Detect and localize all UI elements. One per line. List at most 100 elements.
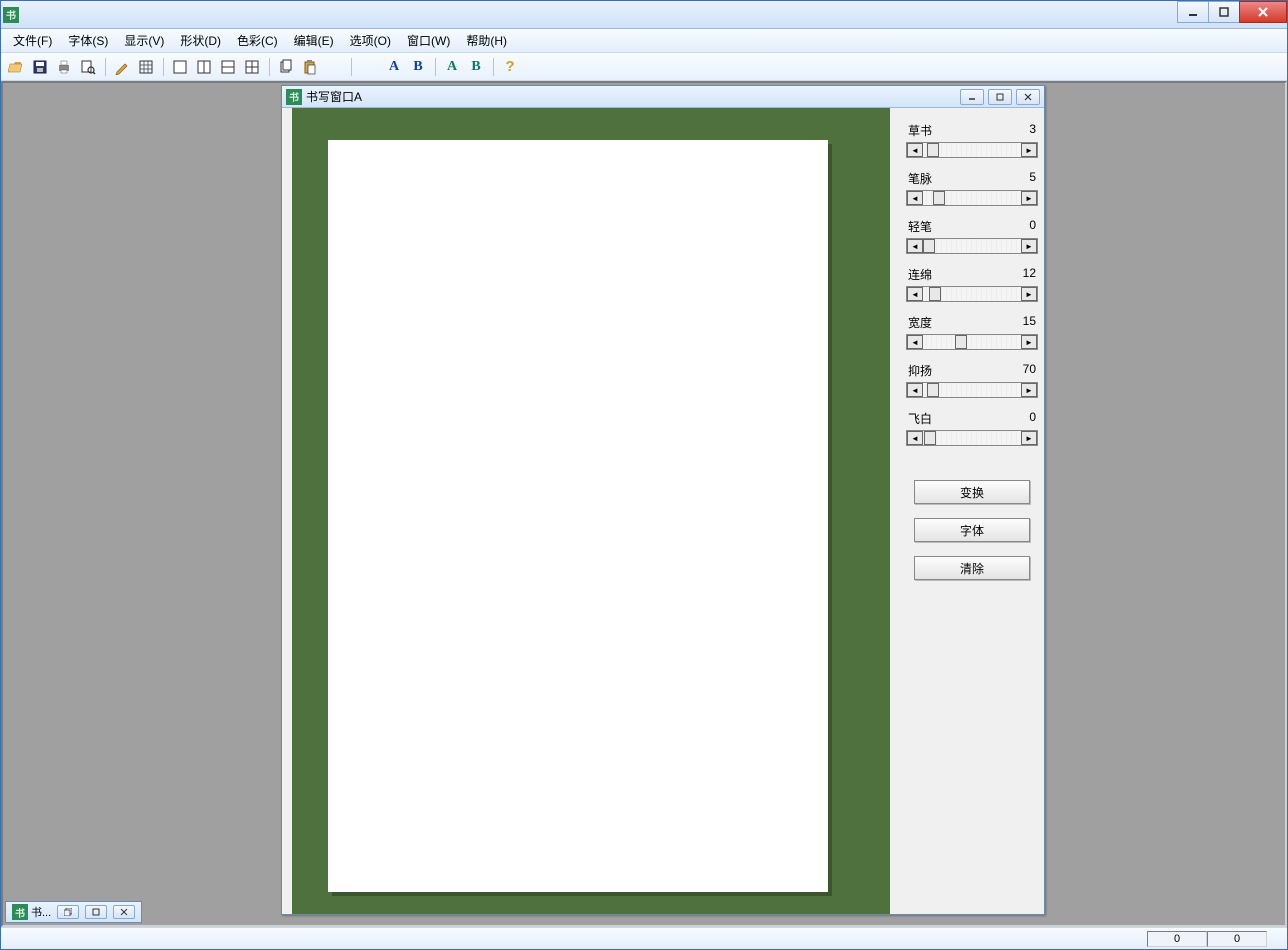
mdi-tab-maximize-button[interactable] bbox=[85, 905, 107, 919]
menu-font[interactable]: 字体(S) bbox=[60, 30, 116, 51]
slider-track[interactable]: ◄► bbox=[906, 382, 1038, 398]
slider-left-arrow-icon[interactable]: ◄ bbox=[907, 335, 923, 349]
slider-right-arrow-icon[interactable]: ► bbox=[1021, 239, 1037, 253]
style-a-blue-icon[interactable]: A bbox=[383, 56, 405, 78]
menu-shape[interactable]: 形状(D) bbox=[172, 30, 229, 51]
slider-thumb[interactable] bbox=[955, 335, 967, 349]
canvas-background bbox=[292, 108, 890, 914]
slider-right-arrow-icon[interactable]: ► bbox=[1021, 383, 1037, 397]
status-x: 0 bbox=[1147, 931, 1207, 947]
transform-button[interactable]: 变换 bbox=[914, 480, 1030, 504]
layout1-icon[interactable] bbox=[169, 56, 191, 78]
slider-track[interactable]: ◄► bbox=[906, 286, 1038, 302]
status-bar: 0 0 bbox=[1, 927, 1287, 949]
slider-track[interactable]: ◄► bbox=[906, 334, 1038, 350]
grid-icon[interactable] bbox=[135, 56, 157, 78]
slider-label: 宽度 bbox=[908, 314, 932, 331]
mdi-tab-close-button[interactable] bbox=[113, 905, 135, 919]
open-icon[interactable] bbox=[5, 56, 27, 78]
slider-5: 抑扬70◄► bbox=[906, 362, 1038, 398]
child-close-button[interactable] bbox=[1016, 89, 1040, 105]
slider-label: 笔脉 bbox=[908, 170, 932, 187]
slider-0: 草书3◄► bbox=[906, 122, 1038, 158]
mdi-tab-writing[interactable]: 书 书... bbox=[5, 901, 142, 923]
child-icon: 书 bbox=[286, 89, 302, 105]
slider-left-arrow-icon[interactable]: ◄ bbox=[907, 431, 923, 445]
menu-view[interactable]: 显示(V) bbox=[116, 30, 172, 51]
slider-right-arrow-icon[interactable]: ► bbox=[1021, 143, 1037, 157]
layout3-icon[interactable] bbox=[217, 56, 239, 78]
menu-window[interactable]: 窗口(W) bbox=[399, 30, 458, 51]
status-y: 0 bbox=[1207, 931, 1267, 947]
slider-thumb[interactable] bbox=[927, 143, 939, 157]
slider-track[interactable]: ◄► bbox=[906, 190, 1038, 206]
slider-thumb[interactable] bbox=[924, 431, 936, 445]
slider-value: 15 bbox=[1023, 314, 1036, 331]
mdi-tab-label: 书... bbox=[31, 904, 51, 920]
child-title-bar[interactable]: 书 书写窗口A bbox=[282, 86, 1044, 108]
menu-color[interactable]: 色彩(C) bbox=[229, 30, 286, 51]
style-b-teal-icon[interactable]: B bbox=[465, 56, 487, 78]
minimize-button[interactable] bbox=[1177, 1, 1209, 23]
menu-help[interactable]: 帮助(H) bbox=[458, 30, 515, 51]
separator bbox=[489, 56, 497, 78]
style-b-blue-icon[interactable]: B bbox=[407, 56, 429, 78]
paste-icon[interactable] bbox=[299, 56, 321, 78]
slider-6: 飞白0◄► bbox=[906, 410, 1038, 446]
font-button[interactable]: 字体 bbox=[914, 518, 1030, 542]
slider-left-arrow-icon[interactable]: ◄ bbox=[907, 239, 923, 253]
menu-bar: 文件(F) 字体(S) 显示(V) 形状(D) 色彩(C) 编辑(E) 选项(O… bbox=[1, 29, 1287, 53]
close-button[interactable] bbox=[1239, 1, 1287, 23]
slider-4: 宽度15◄► bbox=[906, 314, 1038, 350]
slider-2: 轻笔0◄► bbox=[906, 218, 1038, 254]
slider-left-arrow-icon[interactable]: ◄ bbox=[907, 191, 923, 205]
maximize-button[interactable] bbox=[1208, 1, 1240, 23]
slider-track[interactable]: ◄► bbox=[906, 430, 1038, 446]
print-icon[interactable] bbox=[53, 56, 75, 78]
copy-icon[interactable] bbox=[275, 56, 297, 78]
separator bbox=[347, 56, 355, 78]
slider-thumb[interactable] bbox=[927, 383, 939, 397]
separator bbox=[159, 56, 167, 78]
slider-track[interactable]: ◄► bbox=[906, 142, 1038, 158]
slider-track[interactable]: ◄► bbox=[906, 238, 1038, 254]
title-bar: 书 bbox=[1, 1, 1287, 29]
layout2-icon[interactable] bbox=[193, 56, 215, 78]
menu-file[interactable]: 文件(F) bbox=[5, 30, 60, 51]
slider-right-arrow-icon[interactable]: ► bbox=[1021, 191, 1037, 205]
slider-left-arrow-icon[interactable]: ◄ bbox=[907, 287, 923, 301]
preview-icon[interactable] bbox=[77, 56, 99, 78]
slider-value: 0 bbox=[1029, 218, 1036, 235]
slider-label: 草书 bbox=[908, 122, 932, 139]
canvas-pane bbox=[282, 108, 900, 914]
slider-right-arrow-icon[interactable]: ► bbox=[1021, 431, 1037, 445]
writing-window-a: 书 书写窗口A 草书3◄►笔脉5◄►轻笔0◄►连绵12◄►宽度15◄►抑扬70◄… bbox=[281, 85, 1045, 915]
child-maximize-button[interactable] bbox=[988, 89, 1012, 105]
slider-label: 轻笔 bbox=[908, 218, 932, 235]
slider-label: 连绵 bbox=[908, 266, 932, 283]
slider-thumb[interactable] bbox=[923, 239, 935, 253]
save-icon[interactable] bbox=[29, 56, 51, 78]
style-a-teal-icon[interactable]: A bbox=[441, 56, 463, 78]
slider-left-arrow-icon[interactable]: ◄ bbox=[907, 143, 923, 157]
mdi-area: 书 书写窗口A 草书3◄►笔脉5◄►轻笔0◄►连绵12◄►宽度15◄►抑扬70◄… bbox=[1, 81, 1287, 927]
app-window: 书 文件(F) 字体(S) 显示(V) 形状(D) 色彩(C) 编辑(E) 选项… bbox=[0, 0, 1288, 950]
slider-thumb[interactable] bbox=[929, 287, 941, 301]
layout4-icon[interactable] bbox=[241, 56, 263, 78]
menu-edit[interactable]: 编辑(E) bbox=[286, 30, 342, 51]
slider-right-arrow-icon[interactable]: ► bbox=[1021, 287, 1037, 301]
clear-button[interactable]: 清除 bbox=[914, 556, 1030, 580]
blank-icon[interactable] bbox=[323, 56, 345, 78]
mdi-tab-restore-button[interactable] bbox=[57, 905, 79, 919]
side-panel: 草书3◄►笔脉5◄►轻笔0◄►连绵12◄►宽度15◄►抑扬70◄►飞白0◄►变换… bbox=[900, 108, 1044, 914]
mdi-tab-icon: 书 bbox=[12, 904, 28, 920]
menu-options[interactable]: 选项(O) bbox=[342, 30, 399, 51]
child-minimize-button[interactable] bbox=[960, 89, 984, 105]
canvas-paper[interactable] bbox=[328, 140, 828, 892]
action-buttons: 变换字体清除 bbox=[906, 480, 1038, 580]
slider-thumb[interactable] bbox=[933, 191, 945, 205]
help-icon[interactable]: ? bbox=[499, 56, 521, 78]
slider-right-arrow-icon[interactable]: ► bbox=[1021, 335, 1037, 349]
slider-left-arrow-icon[interactable]: ◄ bbox=[907, 383, 923, 397]
pencil-icon[interactable] bbox=[111, 56, 133, 78]
